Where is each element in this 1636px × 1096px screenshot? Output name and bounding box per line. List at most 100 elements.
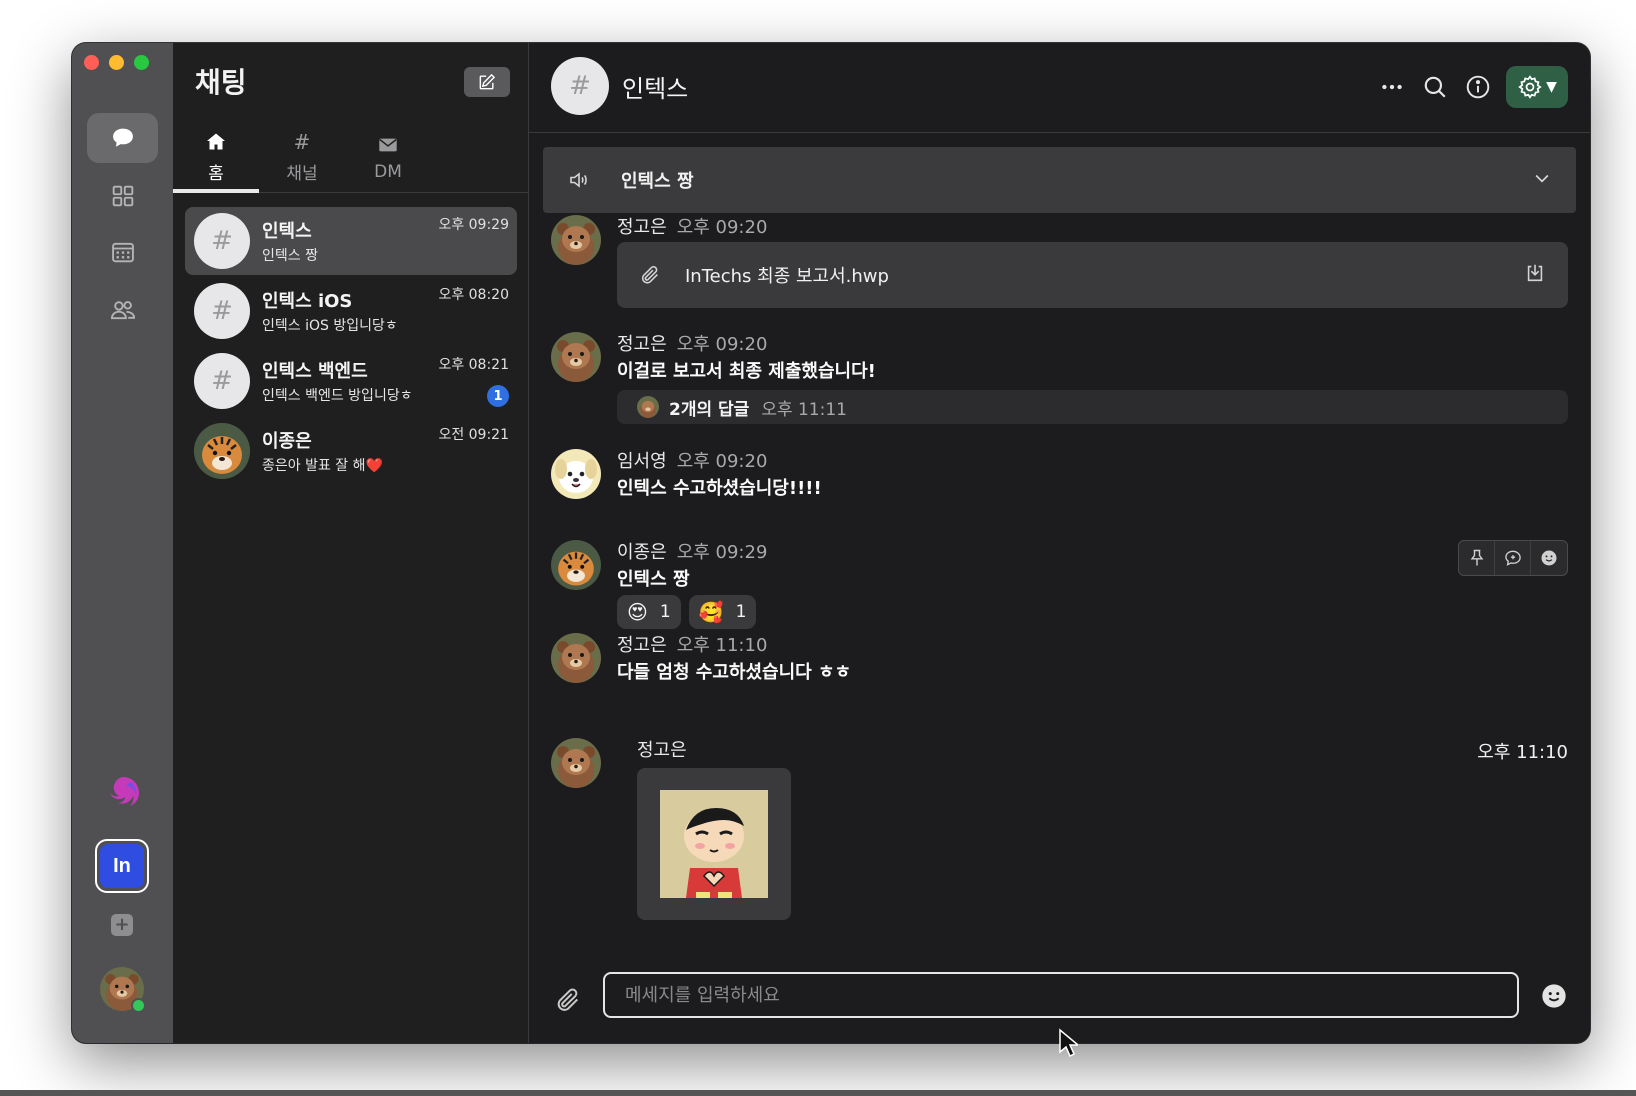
reply-thread-button[interactable] (1495, 541, 1531, 575)
rail-apps-button[interactable] (87, 171, 158, 221)
reaction-emoji: 😍 (627, 600, 648, 624)
message-with-thread: 정고은 오후 09:20 이걸로 보고서 최종 제출했습니다! 2개의 답글 오후… (551, 332, 1568, 428)
chat-preview: 인텍스 iOS 방입니당ㅎ (262, 318, 398, 334)
dog-avatar-icon[interactable] (551, 449, 601, 499)
message-sticker: 정고은 오후 11:10 (551, 738, 1568, 928)
chat-sidebar: 채팅 홈 # 채널 DM # 인텍스 인텍스 짱 오후 09:29 # 인텍스 … (173, 43, 529, 1043)
chat-name: 이종은 (262, 431, 312, 452)
info-icon (1466, 75, 1490, 99)
thread-reply-count: 2개의 답글 (669, 399, 750, 420)
search-icon (1424, 76, 1446, 98)
tab-home[interactable]: 홈 (173, 121, 259, 193)
message-time: 오후 09:20 (676, 334, 768, 355)
info-button[interactable] (1463, 72, 1493, 102)
new-chat-button[interactable] (464, 67, 510, 97)
gear-icon (1518, 75, 1542, 99)
chat-main: # 인텍스 ▼ 인텍스 짱 정고은 오후 09:20 InTechs 최종 보고… (529, 43, 1590, 1043)
unread-badge: 1 (487, 385, 509, 407)
channel-avatar: # (194, 353, 250, 409)
message: 정고은 오후 11:10 다들 엄청 수고하셨습니다 ㅎㅎ (551, 633, 1568, 693)
message-author: 정고은 오후 11:10 (617, 635, 768, 656)
channel-title: 인텍스 (622, 75, 689, 103)
rail-chat-button[interactable] (87, 113, 158, 163)
file-name: InTechs 최종 보고서.hwp (685, 266, 889, 287)
message-time: 오후 09:20 (676, 451, 768, 472)
thread-replies-bar[interactable]: 2개의 답글 오후 11:11 (617, 390, 1568, 424)
paperclip-icon (557, 988, 579, 1011)
paperclip-icon (641, 266, 658, 284)
tiger-avatar-icon (194, 423, 250, 479)
add-workspace-button[interactable]: + (111, 914, 133, 936)
chat-item-intechs[interactable]: # 인텍스 인텍스 짱 오후 09:29 (185, 207, 517, 275)
chat-preview: 종은아 발표 잘 해❤️ (262, 458, 383, 474)
message-author: 이종은 오후 09:29 (617, 542, 768, 563)
bear-avatar-icon (637, 396, 659, 418)
reaction-list: 😍 1 🥰 1 (617, 595, 757, 629)
reaction-count: 1 (659, 602, 671, 622)
rail-people-button[interactable] (87, 285, 158, 335)
speaker-icon (570, 172, 587, 188)
expand-notice-chevron-icon[interactable] (1532, 168, 1552, 192)
attach-file-button[interactable] (551, 983, 585, 1017)
message-time: 오후 11:10 (1477, 742, 1568, 763)
my-profile-avatar[interactable] (100, 967, 146, 1013)
sticker-attachment[interactable] (637, 768, 791, 920)
bear-avatar-icon[interactable] (551, 633, 601, 683)
channel-avatar: # (194, 283, 250, 339)
rail-calendar-button[interactable] (87, 227, 158, 277)
tab-label: DM (374, 161, 402, 182)
pin-message-button[interactable] (1459, 541, 1495, 575)
reaction-count: 1 (735, 602, 747, 622)
message-text: 인텍스 수고하셨습니당!!!! (617, 478, 822, 499)
bear-avatar-icon[interactable] (551, 738, 601, 788)
zoom-window-button[interactable] (134, 55, 149, 70)
message-text: 다들 엄청 수고하셨습니다 ㅎㅎ (617, 662, 852, 683)
bear-avatar-icon[interactable] (551, 215, 601, 265)
tab-label: 채널 (286, 164, 318, 184)
add-reaction-button[interactable] (1531, 541, 1567, 575)
minimize-window-button[interactable] (109, 55, 124, 70)
chat-time: 오후 09:29 (438, 217, 509, 233)
download-icon[interactable] (1524, 262, 1546, 288)
chat-name: 인텍스 iOS (262, 291, 353, 312)
pinned-notice-bar[interactable]: 인텍스 짱 (543, 147, 1576, 213)
tab-dm[interactable]: DM (345, 121, 431, 192)
other-workspace-logo[interactable] (101, 772, 145, 816)
people-icon (110, 301, 135, 320)
message: 임서영 오후 09:20 인텍스 수고하셨습니당!!!! (551, 449, 1568, 509)
search-button[interactable] (1420, 72, 1450, 102)
desktop-edge (0, 1090, 1636, 1096)
chat-name: 인텍스 백엔드 (262, 361, 368, 382)
tab-channels[interactable]: # 채널 (259, 121, 345, 192)
channel-header-avatar: # (551, 57, 609, 115)
message-time: 오후 09:20 (676, 217, 768, 238)
file-attachment[interactable]: InTechs 최종 보고서.hwp (617, 242, 1568, 308)
emoji-picker-button[interactable] (1540, 982, 1568, 1010)
home-icon (204, 129, 228, 155)
close-window-button[interactable] (84, 55, 99, 70)
hash-icon: # (293, 130, 311, 154)
chat-item-intechs-backend[interactable]: # 인텍스 백엔드 인텍스 백엔드 방입니당ㅎ 오후 08:21 1 (185, 347, 517, 415)
sidebar-title: 채팅 (195, 66, 247, 99)
message-input[interactable] (603, 972, 1519, 1018)
notice-text: 인텍스 짱 (621, 171, 694, 192)
settings-button[interactable]: ▼ (1506, 66, 1568, 108)
chat-time: 오후 08:20 (438, 287, 509, 303)
shinchan-sticker-icon (660, 790, 768, 898)
more-button[interactable] (1377, 72, 1407, 102)
online-status-dot (131, 998, 146, 1013)
smiley-icon (1542, 984, 1566, 1008)
reaction-chip[interactable]: 😍 1 (617, 595, 681, 629)
pin-icon (1470, 549, 1483, 566)
chat-preview: 인텍스 백엔드 방입니당ㅎ (262, 388, 413, 404)
tiger-avatar-icon[interactable] (551, 540, 601, 590)
smiley-icon (1541, 550, 1557, 566)
chat-item-dm-jongeun[interactable]: 이종은 종은아 발표 잘 해❤️ 오전 09:21 (185, 417, 517, 485)
chat-item-intechs-ios[interactable]: # 인텍스 iOS 인텍스 iOS 방입니당ㅎ 오후 08:20 (185, 277, 517, 345)
chat-list: # 인텍스 인텍스 짱 오후 09:29 # 인텍스 iOS 인텍스 iOS 방… (185, 207, 517, 487)
thread-last-time: 오후 11:11 (761, 399, 847, 420)
bear-avatar-icon[interactable] (551, 332, 601, 382)
reaction-chip[interactable]: 🥰 1 (688, 595, 757, 629)
intechs-workspace-button[interactable]: In (95, 839, 149, 893)
chat-time: 오전 09:21 (438, 427, 509, 443)
